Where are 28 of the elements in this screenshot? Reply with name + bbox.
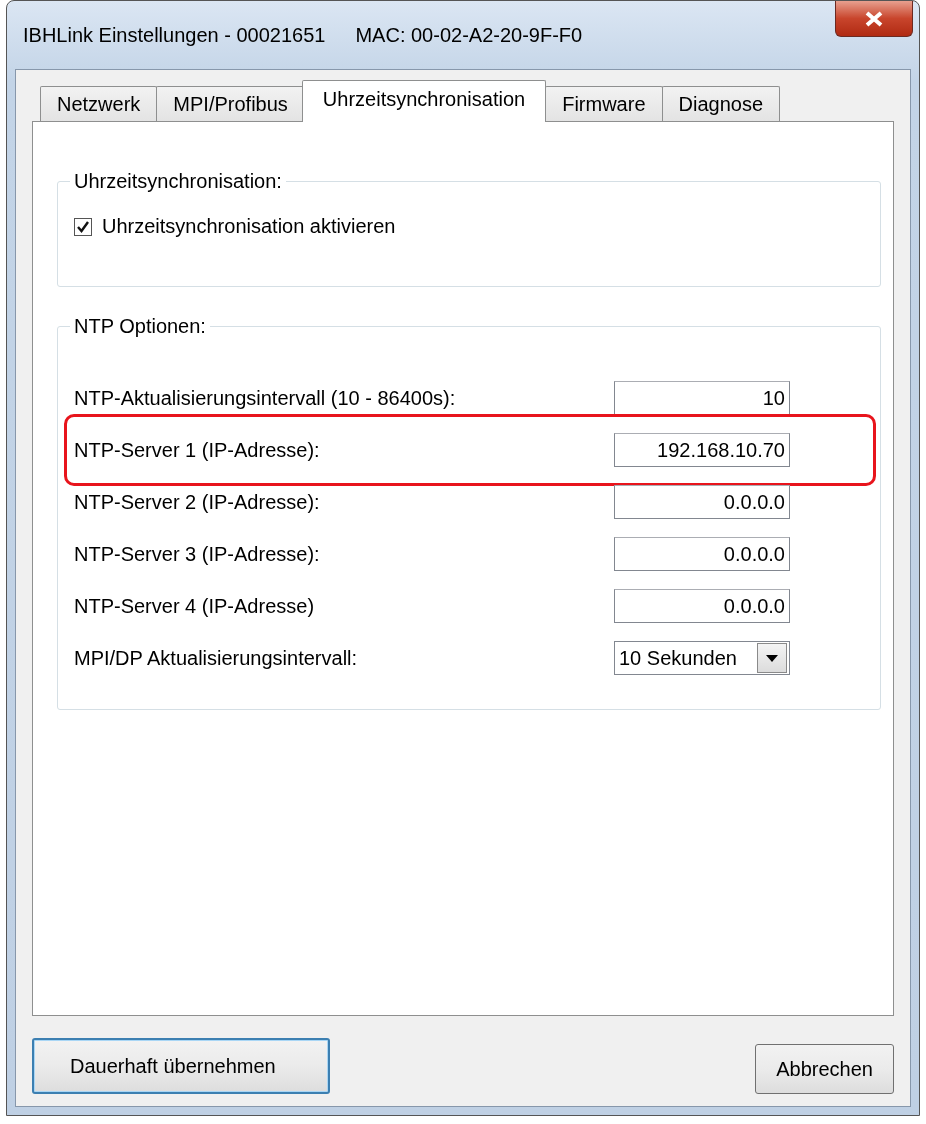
dropdown[interactable]: 10 Sekunden [614, 641, 790, 675]
tab[interactable]: MPI/Profibus [156, 86, 305, 122]
input-field[interactable]: 0.0.0.0 [614, 485, 790, 519]
dialog-button[interactable]: Abbrechen [755, 1044, 894, 1094]
close-icon [864, 10, 884, 27]
checkbox-label: Uhrzeitsynchronisation aktivieren [102, 215, 396, 238]
field-label: NTP-Server 4 (IP-Adresse) [74, 594, 315, 618]
field-label: NTP-Server 2 (IP-Adresse): [74, 490, 320, 514]
tab[interactable]: Uhrzeitsynchronisation [301, 80, 547, 122]
close-button[interactable] [835, 1, 913, 37]
field-label: NTP-Aktualisierungsintervall (10 - 86400s): [74, 386, 456, 410]
input-field[interactable]: 0.0.0.0 [614, 589, 790, 623]
input-field[interactable]: 10 [614, 381, 790, 415]
field-label: NTP-Server 1 (IP-Adresse): [74, 438, 320, 462]
input-field[interactable]: 0.0.0.0 [614, 537, 790, 571]
field-label: MPI/DP Aktualisierungsintervall: [74, 646, 358, 670]
dialog-button[interactable]: Dauerhaft übernehmen [32, 1038, 330, 1094]
group-title: NTP Optionen: [73, 315, 207, 338]
checkbox[interactable] [74, 217, 92, 236]
tab[interactable]: Netzwerk [40, 86, 158, 122]
group-title: Uhrzeitsynchronisation: [73, 170, 283, 193]
tab[interactable]: Diagnose [661, 86, 781, 122]
tab[interactable]: Firmware [545, 86, 663, 122]
field-label: NTP-Server 3 (IP-Adresse): [74, 542, 320, 566]
input-field[interactable]: 192.168.10.70 [614, 433, 790, 467]
window-title: IBHLink Einstellungen - 00021651 [23, 23, 326, 47]
mac-address: MAC: 00-02-A2-20-9F-F0 [355, 23, 583, 47]
caret-icon [766, 654, 778, 662]
